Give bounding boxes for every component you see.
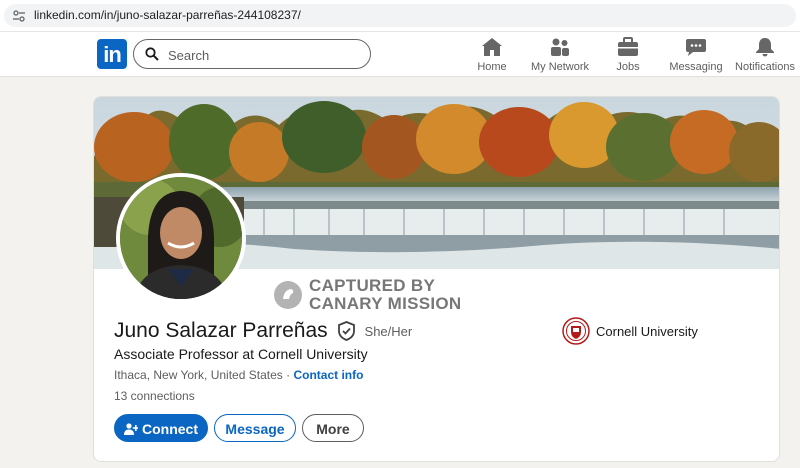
url-text[interactable]: linkedin.com/in/juno-salazar-parreñas-24… <box>34 8 301 23</box>
watermark-line2: CANARY MISSION <box>309 294 462 313</box>
message-button[interactable]: Message <box>214 414 296 442</box>
bell-icon <box>756 38 774 57</box>
profile-name: Juno Salazar Parreñas <box>114 319 328 342</box>
nav-item-my-network[interactable]: My Network <box>525 37 595 75</box>
connect-label: Connect <box>142 421 198 437</box>
add-person-icon <box>124 423 138 435</box>
nav-label-messaging: Messaging <box>669 61 723 73</box>
location: Ithaca, New York, United States <box>114 368 283 382</box>
location-row: Ithaca, New York, United States · Contac… <box>114 368 363 382</box>
nav-item-messaging[interactable]: Messaging <box>661 37 731 75</box>
verified-shield-icon[interactable] <box>337 321 356 341</box>
global-nav: in Home My Network Jobs Messagi <box>0 32 800 77</box>
separator-dot: · <box>286 368 291 382</box>
nav-item-jobs[interactable]: Jobs <box>593 37 663 75</box>
name-row: Juno Salazar Parreñas She/Her <box>114 318 412 346</box>
profile-headline: Associate Professor at Cornell Universit… <box>114 346 368 362</box>
nav-label-home: Home <box>477 61 507 73</box>
profile-card: CAPTURED BY CANARY MISSION Juno Salazar … <box>93 96 780 462</box>
url-field[interactable]: linkedin.com/in/juno-salazar-parreñas-24… <box>4 4 796 27</box>
profile-photo <box>120 177 242 299</box>
briefcase-icon <box>618 37 638 56</box>
nav-label-notifications: Notifications <box>735 61 795 73</box>
search-icon <box>145 47 159 61</box>
connections-count[interactable]: 13 connections <box>114 389 195 403</box>
cornell-seal-icon <box>562 317 590 345</box>
messaging-icon <box>686 39 706 56</box>
canary-mission-logo <box>274 281 302 309</box>
avatar[interactable] <box>116 173 246 303</box>
network-icon <box>551 38 569 56</box>
search-input[interactable] <box>166 45 360 65</box>
nav-label-jobs: Jobs <box>616 61 640 73</box>
nav-item-notifications[interactable]: Notifications <box>730 37 800 75</box>
watermark-line1: CAPTURED BY <box>309 276 436 295</box>
watermark-text: CAPTURED BY CANARY MISSION <box>309 277 462 313</box>
browser-address-bar: linkedin.com/in/juno-salazar-parreñas-24… <box>0 0 800 32</box>
nav-label-my-network: My Network <box>530 61 590 73</box>
nav-item-home[interactable]: Home <box>457 37 527 75</box>
linkedin-logo[interactable]: in <box>97 39 127 69</box>
connect-button[interactable]: Connect <box>114 414 208 442</box>
home-icon <box>482 38 502 56</box>
search-box[interactable] <box>133 39 371 69</box>
pronouns: She/Her <box>364 323 413 339</box>
watermark: CAPTURED BY CANARY MISSION <box>274 277 494 313</box>
site-info-icon[interactable] <box>12 9 26 23</box>
contact-info-link[interactable]: Contact info <box>293 368 363 382</box>
education-name: Cornell University <box>596 324 698 339</box>
more-button[interactable]: More <box>302 414 364 442</box>
